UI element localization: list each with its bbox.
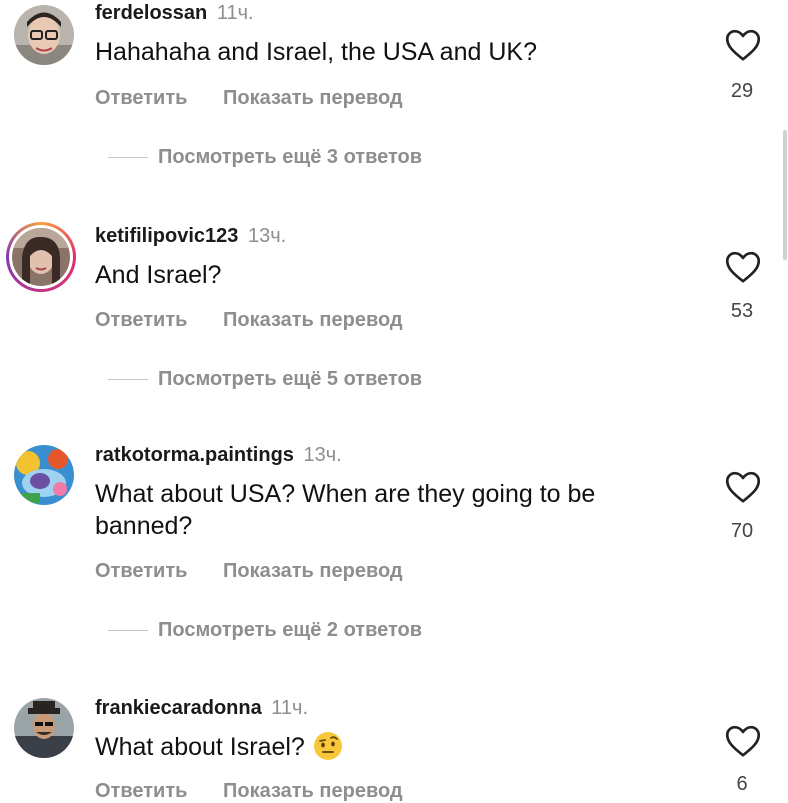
avatar[interactable] [14, 698, 74, 758]
username[interactable]: ferdelossan [95, 2, 207, 24]
raised-eyebrow-emoji-icon [313, 731, 343, 769]
heart-outline-icon[interactable] [725, 724, 761, 758]
like-count: 29 [730, 80, 754, 102]
comment-text: And Israel? [95, 261, 222, 289]
heart-outline-icon[interactable] [725, 250, 761, 284]
comment-text-body: What about Israel? [95, 733, 305, 761]
view-replies-button[interactable]: Посмотреть ещё 3 ответов [108, 146, 422, 169]
divider-line [108, 157, 148, 158]
avatar-story-ring[interactable] [6, 222, 76, 292]
like-count: 53 [730, 300, 754, 322]
view-replies-label: Посмотреть ещё 5 ответов [158, 368, 423, 390]
divider-line [108, 630, 148, 631]
username[interactable]: ratkotorma.paintings [95, 444, 294, 466]
view-replies-button[interactable]: Посмотреть ещё 2 ответов [108, 619, 422, 642]
like-count: 6 [736, 773, 748, 795]
show-translation-button[interactable]: Показать перевод [223, 87, 403, 110]
like-count: 70 [730, 520, 754, 542]
avatar[interactable] [14, 445, 74, 505]
comment-text-line: What about USA? When are they going to b… [95, 480, 596, 508]
heart-outline-icon[interactable] [725, 470, 761, 504]
avatar [12, 228, 70, 286]
username[interactable]: frankiecaradonna [95, 697, 262, 719]
scrollbar[interactable] [783, 130, 787, 260]
avatar[interactable] [14, 5, 74, 65]
heart-outline-icon[interactable] [725, 28, 761, 62]
comment-time: 11ч. [271, 697, 309, 719]
divider-line [108, 379, 148, 380]
comment-text: What about Israel? [95, 731, 695, 769]
reply-button[interactable]: Ответить [95, 87, 187, 110]
comment-time: 13ч. [303, 444, 342, 466]
reply-button[interactable]: Ответить [95, 309, 187, 332]
view-replies-label: Посмотреть ещё 3 ответов [158, 146, 423, 168]
view-replies-button[interactable]: Посмотреть ещё 5 ответов [108, 368, 422, 391]
comment-text: What about USA? When are they going to b… [95, 478, 695, 542]
reply-button[interactable]: Ответить [95, 560, 187, 583]
username[interactable]: ketifilipovic123 [95, 225, 238, 247]
view-replies-label: Посмотреть ещё 2 ответов [158, 619, 423, 641]
show-translation-button[interactable]: Показать перевод [223, 560, 403, 583]
comment-time: 13ч. [247, 225, 287, 247]
comment-text: Hahahaha and Israel, the USA and UK? [95, 38, 537, 66]
comment-text-line: banned? [95, 512, 193, 540]
comment-time: 11ч. [216, 2, 254, 24]
show-translation-button[interactable]: Показать перевод [223, 309, 403, 332]
